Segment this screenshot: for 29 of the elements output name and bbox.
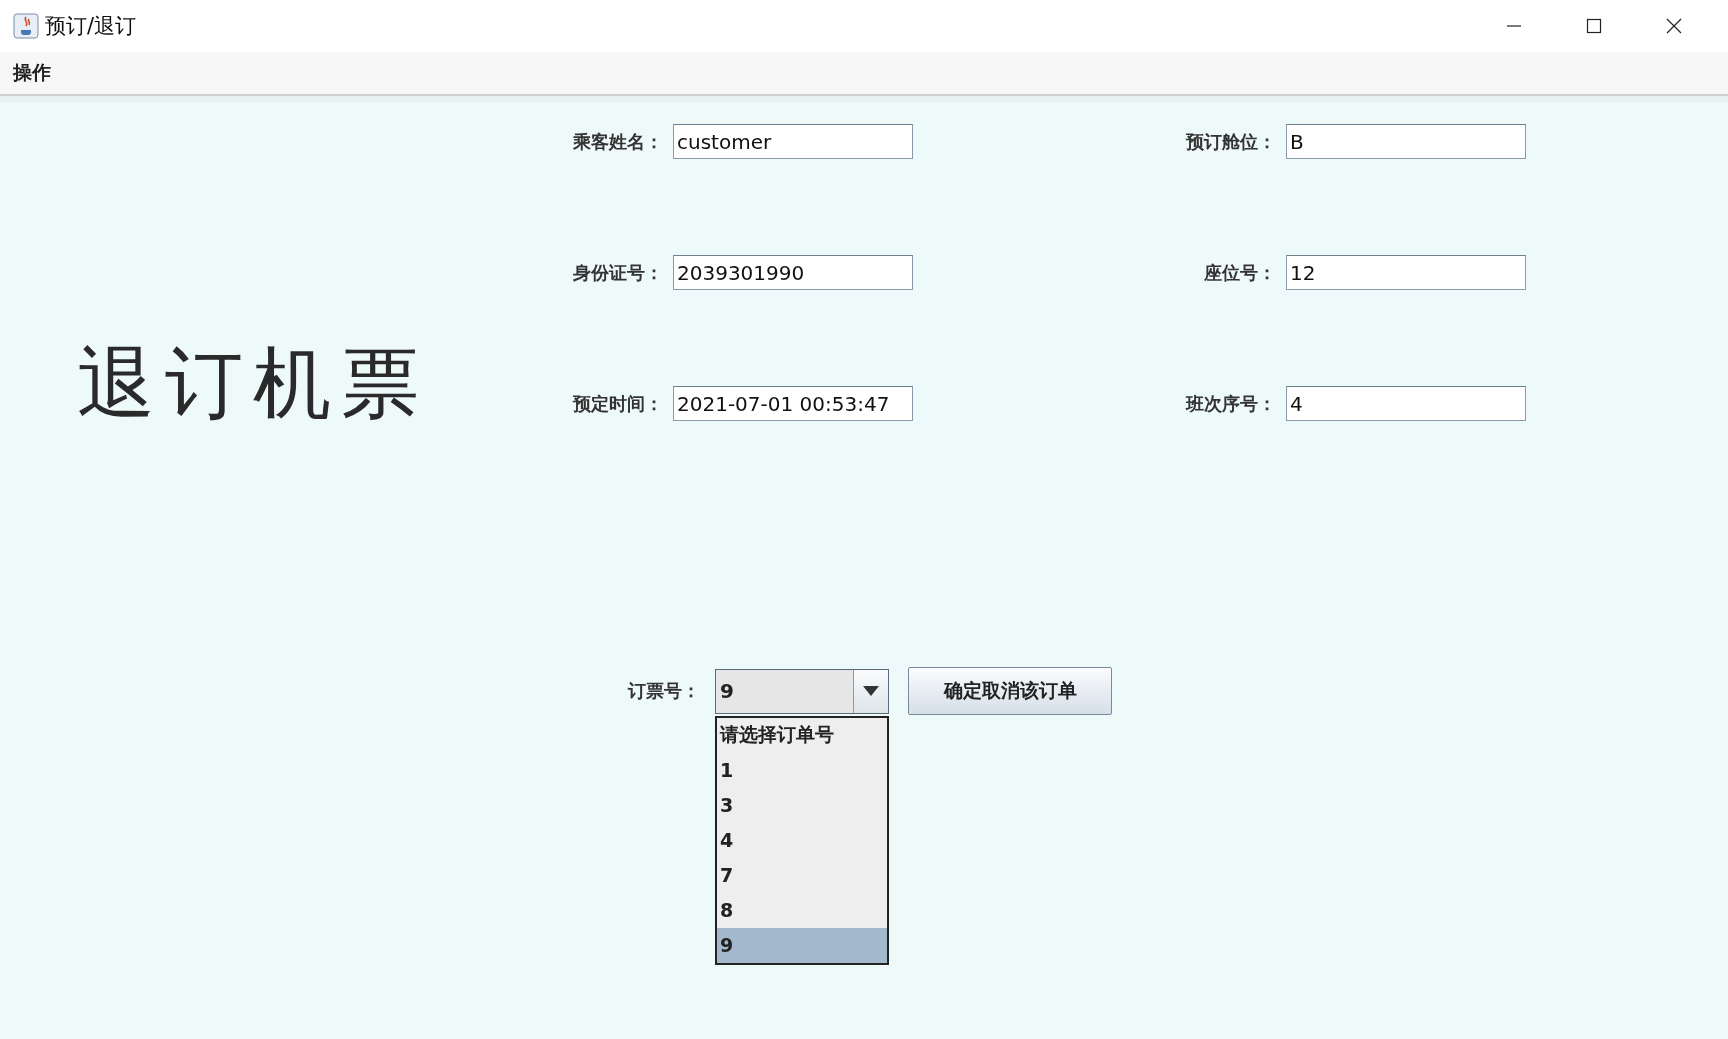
heading: 退订机票	[77, 337, 430, 430]
dropdown-option[interactable]: 9	[717, 927, 887, 963]
caret-icon	[863, 686, 879, 696]
input-field[interactable]: 12	[1286, 255, 1526, 290]
dropdown-option[interactable]: 请选择订单号	[717, 717, 887, 753]
input-field[interactable]: B	[1286, 124, 1526, 159]
dropdown-option[interactable]: 3	[717, 787, 887, 823]
input-field[interactable]: 4	[1286, 386, 1526, 421]
order-dropdown[interactable]: 9	[715, 668, 889, 714]
field-label: 订票号：	[628, 679, 701, 703]
input-field[interactable]: 2021-07-01 00:53:47	[673, 386, 913, 421]
close-icon[interactable]	[1666, 18, 1682, 34]
confirm-cancel-button[interactable]: 确定取消该订单	[908, 667, 1112, 715]
input-field[interactable]: customer	[673, 124, 913, 159]
input-field[interactable]: 2039301990	[673, 255, 913, 290]
dropdown-option[interactable]: 4	[717, 822, 887, 858]
dropdown-option[interactable]: 8	[717, 892, 887, 928]
field-label: 座位号：	[1203, 260, 1276, 285]
field-label: 乘客姓名：	[572, 129, 663, 154]
field-label: 预订舱位：	[1184, 129, 1276, 154]
dropdown-option[interactable]: 1	[717, 752, 887, 788]
field-label: 班次序号：	[1184, 391, 1276, 416]
field-label: 预定时间：	[571, 391, 663, 416]
app-icon	[13, 13, 39, 39]
dropdown-option[interactable]: 7	[717, 857, 887, 893]
field-label: 身份证号：	[572, 260, 663, 285]
maximize-icon[interactable]	[1586, 18, 1602, 34]
menu-item[interactable]: 操作	[13, 60, 51, 86]
window-title: 预订/退订	[45, 13, 137, 40]
